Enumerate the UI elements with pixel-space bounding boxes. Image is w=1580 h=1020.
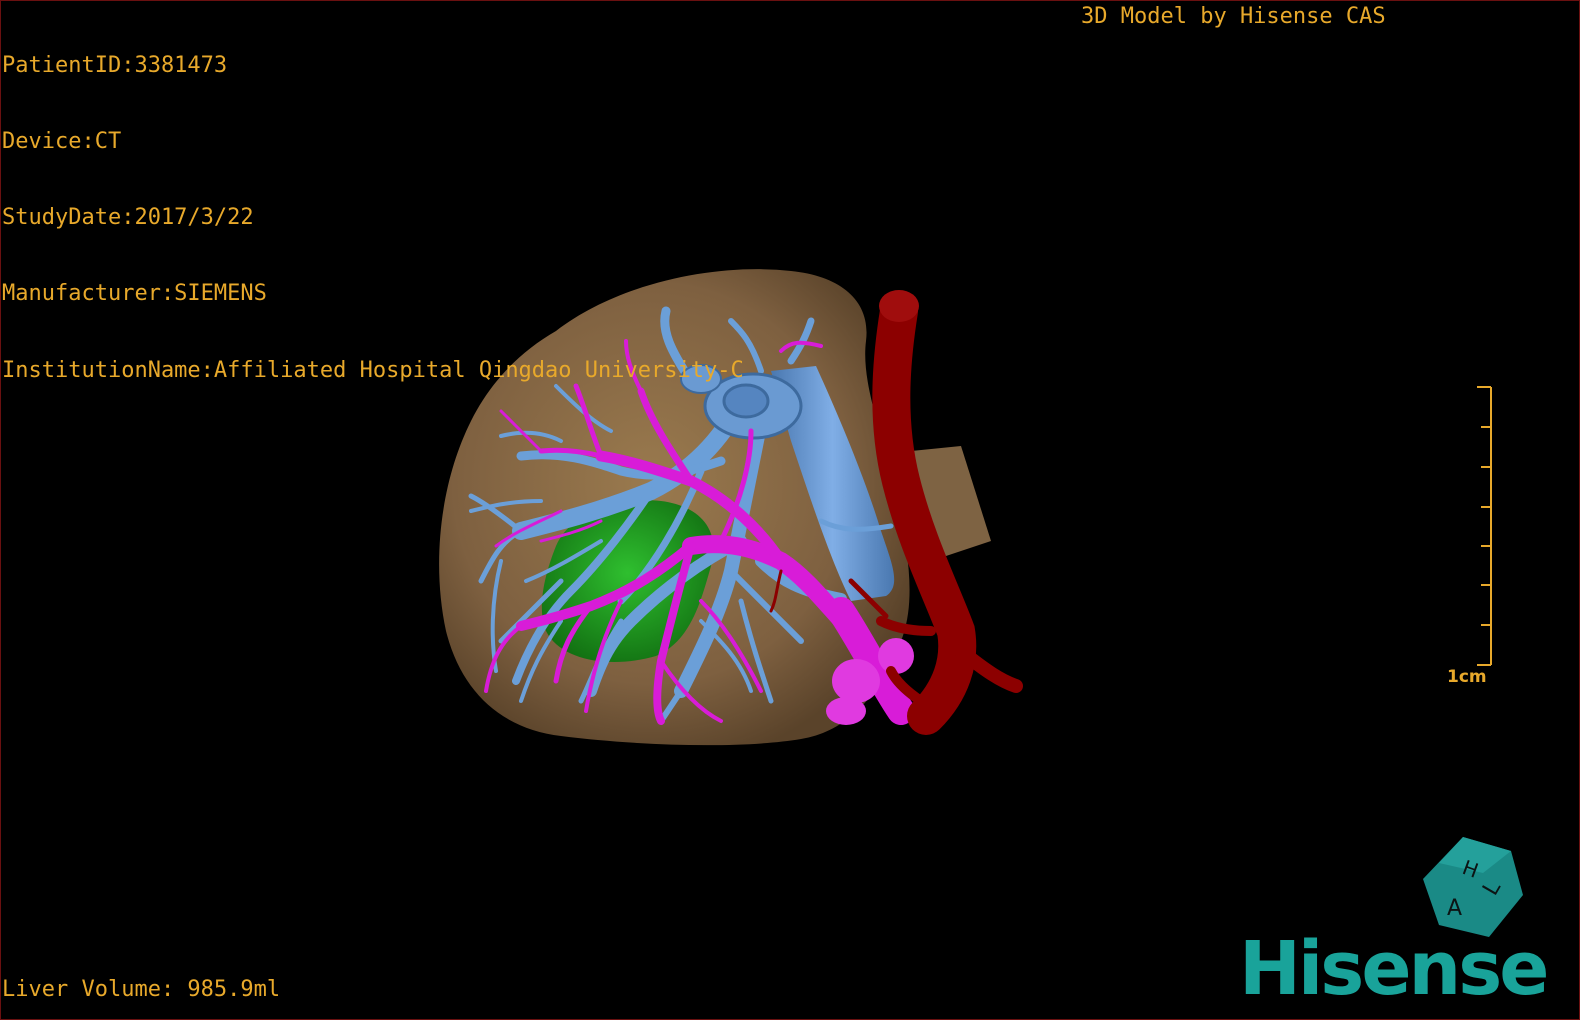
scale-bar	[1477, 386, 1492, 666]
3d-viewport[interactable]: PatientID:3381473 Device:CT StudyDate:20…	[0, 0, 1580, 1020]
aorta-top	[879, 290, 919, 322]
device: Device:CT	[2, 129, 122, 155]
patient-info-overlay: PatientID:3381473 Device:CT StudyDate:20…	[2, 2, 744, 434]
manufacturer: Manufacturer:SIEMENS	[2, 281, 267, 307]
liver-volume: Liver Volume: 985.9ml	[2, 977, 281, 1002]
patient-id: PatientID:3381473	[2, 52, 228, 78]
model-credit: 3D Model by Hisense CAS	[1081, 4, 1386, 29]
institution-name: InstitutionName:Affiliated Hospital Qing…	[2, 357, 744, 383]
orientation-label-a: A	[1447, 896, 1462, 921]
study-date: StudyDate:2017/3/22	[2, 205, 254, 231]
orientation-cube[interactable]: H A L	[1419, 833, 1527, 941]
hisense-logo: Hisense	[1239, 926, 1549, 1012]
scale-label: 1cm	[1447, 667, 1487, 687]
